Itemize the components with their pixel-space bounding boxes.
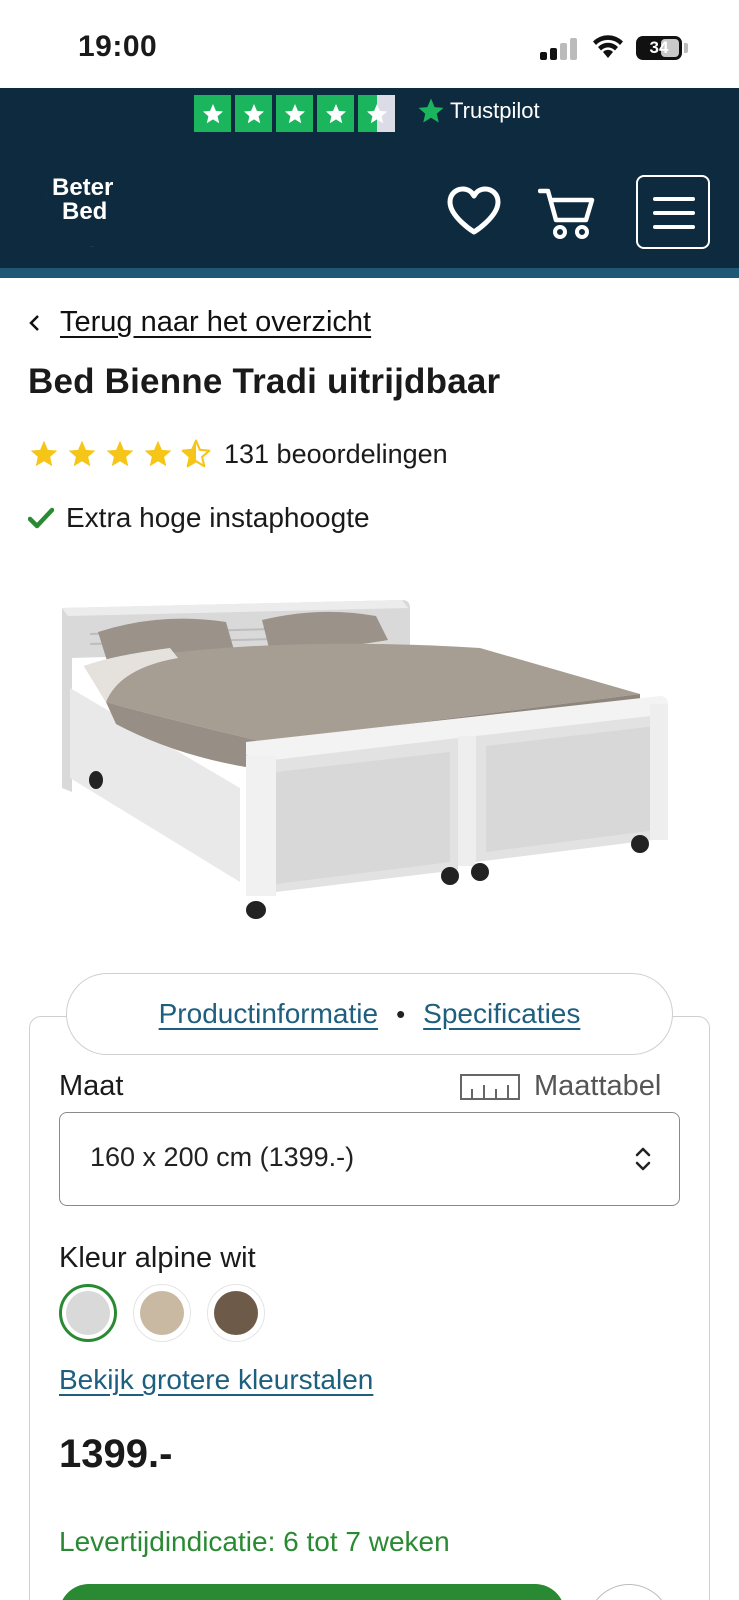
site-header: Beter Bed: [0, 140, 739, 268]
ruler-icon: [460, 1073, 520, 1100]
wifi-icon: [593, 35, 623, 58]
chevron-up-down-icon: [635, 1147, 651, 1171]
size-label: Maat: [59, 1070, 124, 1102]
battery-level: 34: [649, 38, 669, 57]
tab-specificaties[interactable]: Specificaties: [423, 998, 580, 1030]
signal-icon: [540, 38, 578, 60]
back-to-overview-link[interactable]: Terug naar het overzicht: [28, 306, 371, 339]
battery-icon: 34: [636, 36, 682, 60]
product-tabs: Productinformatie • Specificaties: [66, 973, 673, 1055]
star-icon: [235, 95, 272, 132]
color-swatch-beige[interactable]: [133, 1284, 191, 1342]
trustpilot-logo: Trustpilot: [416, 96, 540, 126]
delivery-indication: Levertijdindicatie: 6 tot 7 weken: [59, 1526, 450, 1557]
rating-stars: [28, 438, 212, 470]
usp-item: Extra hoge instaphoogte: [28, 502, 370, 534]
chevron-left-icon: [29, 314, 39, 331]
star-icon: [30, 440, 58, 467]
star-icon: [276, 95, 313, 132]
product-rating[interactable]: 131 beoordelingen: [28, 438, 448, 470]
star-icon: [68, 440, 96, 467]
tab-separator: •: [396, 998, 406, 1029]
color-swatches: [59, 1284, 265, 1342]
size-select-value: 160 x 200 cm (1399.-): [90, 1142, 355, 1172]
star-icon: [106, 440, 134, 467]
product-price: 1399.-: [59, 1432, 173, 1476]
color-swatch-brown[interactable]: [207, 1284, 265, 1342]
size-table-link[interactable]: Maattabel: [460, 1070, 661, 1103]
trustpilot-bar[interactable]: Trustpilot: [0, 88, 739, 140]
star-icon: [194, 95, 231, 132]
menu-button[interactable]: [636, 175, 710, 249]
half-star-icon: [181, 439, 211, 468]
status-bar: 19:00 34: [0, 0, 739, 88]
battery-tip: [684, 43, 688, 53]
trustpilot-stars: [194, 95, 395, 132]
beter-bed-logo[interactable]: Beter Bed: [28, 156, 138, 252]
size-select[interactable]: 160 x 200 cm (1399.-): [59, 1112, 680, 1206]
size-table-label: Maattabel: [534, 1070, 662, 1102]
color-swatch-alpine-wit[interactable]: [59, 1284, 117, 1342]
star-icon: [317, 95, 354, 132]
status-time: 19:00: [78, 30, 158, 63]
trustpilot-label: Trustpilot: [450, 98, 540, 123]
heart-icon[interactable]: [446, 186, 502, 236]
header-stripe: [0, 268, 739, 278]
product-title: Bed Bienne Tradi uitrijdbaar: [28, 362, 501, 401]
logo-text: Beter Bed: [52, 174, 114, 225]
half-star-icon: [358, 95, 395, 132]
add-to-cart-button[interactable]: [59, 1584, 565, 1600]
larger-swatches-link[interactable]: Bekijk grotere kleurstalen: [59, 1364, 373, 1396]
back-link-label: Terug naar het overzicht: [60, 306, 372, 338]
trustpilot-star-icon: [418, 98, 444, 123]
tab-productinformatie[interactable]: Productinformatie: [159, 998, 378, 1030]
color-label: Kleur alpine wit: [59, 1242, 256, 1274]
checkmark-icon: [28, 507, 54, 529]
usp-label: Extra hoge instaphoogte: [66, 502, 370, 533]
product-image[interactable]: [50, 592, 690, 942]
cart-icon[interactable]: [538, 186, 596, 242]
star-icon: [144, 440, 172, 467]
reviews-count: 131 beoordelingen: [224, 438, 448, 469]
